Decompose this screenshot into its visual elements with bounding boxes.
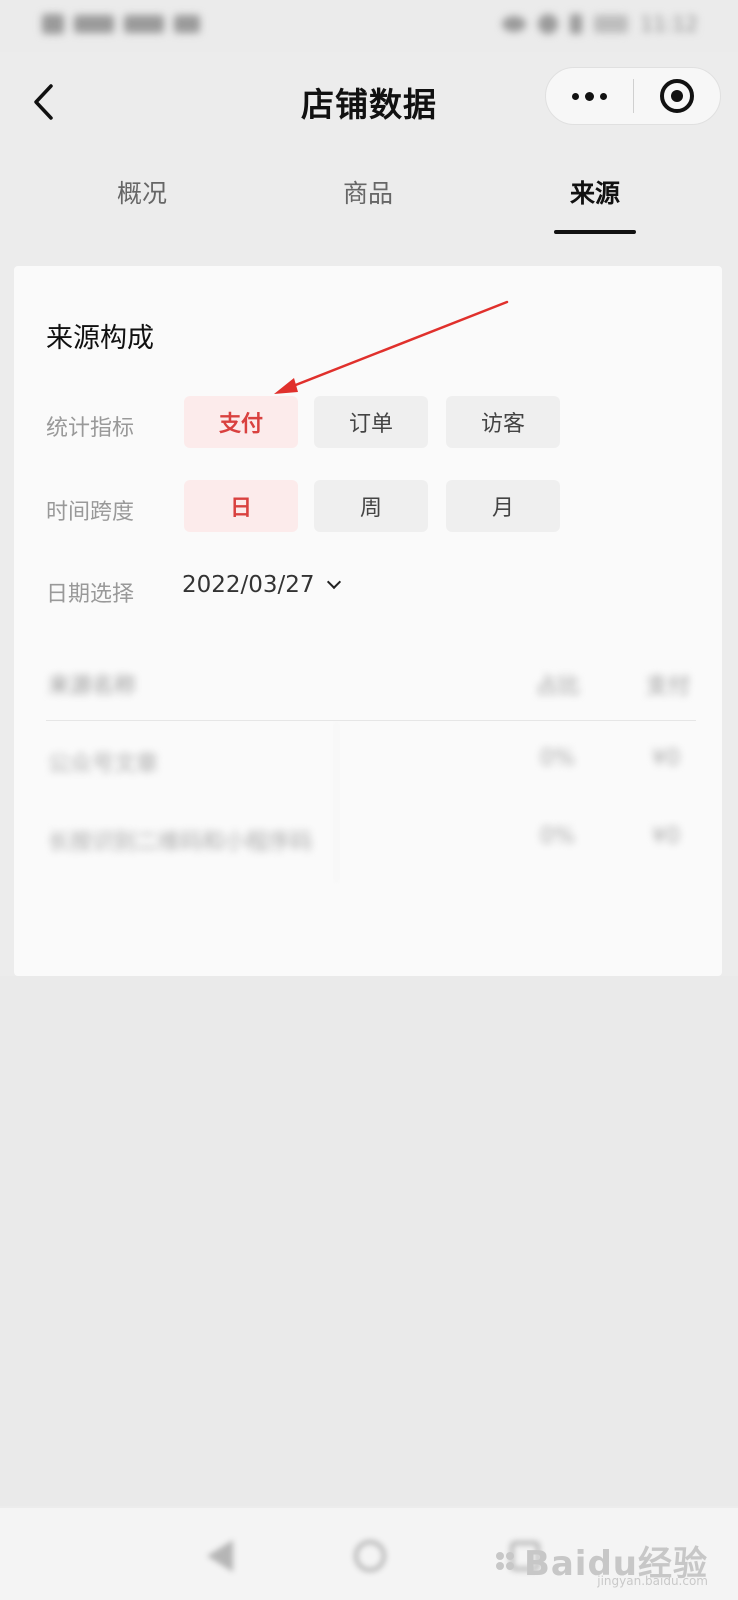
mini-program-capsule xyxy=(545,67,721,125)
date-picker[interactable]: 2022/03/27 xyxy=(182,572,341,598)
target-icon xyxy=(659,79,694,113)
sim-icon xyxy=(42,14,64,34)
table-header: 来源名称 占比 支付 xyxy=(46,668,696,708)
paw-icon xyxy=(495,1551,518,1570)
tab-source[interactable]: 来源 xyxy=(535,174,655,210)
card-title: 来源构成 xyxy=(46,323,154,354)
status-time: 11:12 xyxy=(640,12,698,36)
empty-content-area xyxy=(0,976,738,1506)
system-back-button[interactable] xyxy=(190,1526,250,1586)
target-icon-center xyxy=(670,90,683,102)
wifi-icon xyxy=(174,15,200,33)
span-option-day[interactable]: 日 xyxy=(184,480,298,532)
row-source-name: 长按识别二维码和小程序码 xyxy=(48,830,313,855)
row-payment: ¥0 xyxy=(652,824,680,849)
metric-option-payment[interactable]: 支付 xyxy=(184,396,298,448)
source-table: 来源名称 占比 支付 公众号文章 0% ¥0 长按识别二维码和小程序码 0% ¥… xyxy=(46,656,696,886)
more-dots-icon xyxy=(585,91,594,101)
span-label: 时间跨度 xyxy=(46,500,135,525)
more-dots-icon xyxy=(600,92,607,100)
row-source-name: 公众号文章 xyxy=(48,752,159,777)
date-label: 日期选择 xyxy=(46,582,135,607)
metric-option-visitors[interactable]: 访客 xyxy=(446,396,560,448)
system-home-button[interactable] xyxy=(340,1526,400,1586)
tab-products[interactable]: 商品 xyxy=(308,174,428,210)
metric-option-orders[interactable]: 订单 xyxy=(314,396,428,448)
circle-home-icon xyxy=(354,1540,386,1572)
status-icons-right: 11:12 xyxy=(502,12,698,36)
signal-icon xyxy=(124,15,164,33)
eye-icon xyxy=(502,16,527,32)
table-row[interactable]: 长按识别二维码和小程序码 0% ¥0 xyxy=(46,824,696,864)
table-divider xyxy=(46,720,696,721)
battery-icon xyxy=(594,15,629,33)
alarm-icon xyxy=(538,14,559,34)
bluetooth-icon xyxy=(570,14,583,34)
chevron-down-icon xyxy=(326,574,341,590)
status-icons-left xyxy=(42,14,200,34)
row-payment: ¥0 xyxy=(652,746,680,771)
date-value: 2022/03/27 xyxy=(182,572,315,598)
triangle-back-icon xyxy=(207,1540,233,1572)
signal-icon xyxy=(74,15,114,33)
metric-label: 统计指标 xyxy=(46,416,135,441)
source-composition-card: 来源构成 统计指标 支付 订单 访客 时间跨度 日 周 月 日期选择 2022/… xyxy=(14,266,722,976)
more-dots-icon xyxy=(572,92,579,100)
navigation-bar: 店铺数据 xyxy=(0,52,738,152)
active-tab-indicator xyxy=(554,230,636,234)
close-mini-program-button[interactable] xyxy=(634,67,720,125)
span-option-month[interactable]: 月 xyxy=(446,480,560,532)
header-source-name: 来源名称 xyxy=(48,674,137,699)
watermark-url: jingyan.baidu.com xyxy=(597,1574,708,1588)
tab-overview[interactable]: 概况 xyxy=(82,174,202,210)
span-option-week[interactable]: 周 xyxy=(314,480,428,532)
more-button[interactable] xyxy=(546,67,633,125)
header-share: 占比 xyxy=(536,674,581,699)
header-payment: 支付 xyxy=(646,674,691,699)
status-bar: 11:12 xyxy=(0,0,738,52)
tab-bar: 概况 商品 来源 xyxy=(0,152,738,234)
row-share: 0% xyxy=(540,746,575,771)
table-row[interactable]: 公众号文章 0% ¥0 xyxy=(46,746,696,786)
row-share: 0% xyxy=(540,824,575,849)
